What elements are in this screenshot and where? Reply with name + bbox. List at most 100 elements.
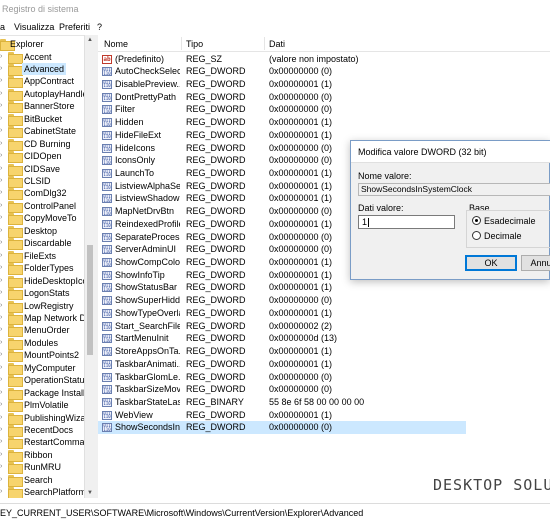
tree-item-recentdocs[interactable]: › RecentDocs [0,424,94,437]
tree-item-mycomputer[interactable]: › MyComputer [0,362,94,375]
expand-arrow-icon[interactable]: › [0,152,6,160]
expand-arrow-icon[interactable]: › [0,177,6,185]
column-header-type[interactable]: Tipo [186,39,203,49]
expand-arrow-icon[interactable]: › [0,451,6,459]
registry-value-row[interactable]: 011 110 Hidden REG_DWORD 0x00000001 (1) [98,116,550,129]
menu-item-help[interactable]: ? [97,22,102,32]
registry-value-row[interactable]: 011 110 Start_SearchFiles REG_DWORD 0x00000… [98,320,550,333]
scroll-down-arrow-icon[interactable]: ▼ [87,490,93,496]
expand-arrow-icon[interactable]: › [0,463,6,471]
expand-arrow-icon[interactable]: › [0,426,6,434]
expand-arrow-icon[interactable]: › [0,376,6,384]
registry-value-row[interactable]: 011 110ShowSecondsIn... REG_DWORD 0x000000… [98,421,466,435]
registry-value-row[interactable]: ab (Predefinito) REG_SZ (valore non imposta… [98,53,550,66]
expand-arrow-icon[interactable]: › [0,364,6,372]
expand-arrow-icon[interactable]: › [0,314,6,322]
registry-value-row[interactable]: 011 110 ShowStatusBar REG_DWORD 0x00000001 … [98,281,550,294]
expand-arrow-icon[interactable]: › [0,401,6,409]
expand-arrow-icon[interactable]: › [0,65,6,73]
tree-item-explorer[interactable]: Explorer [0,38,94,51]
expand-arrow-icon[interactable]: › [0,90,6,98]
tree-item-bitbucket[interactable]: › BitBucket [0,113,94,126]
tree-item-map-network-d[interactable]: › Map Network D [0,312,94,325]
expand-arrow-icon[interactable]: › [0,202,6,210]
tree-scrollbar-thumb[interactable] [87,245,93,355]
cancel-button[interactable]: Annu [521,255,550,271]
tree-item-advanced[interactable]: › Advanced [0,62,94,76]
expand-arrow-icon[interactable]: › [0,302,6,310]
tree-item-search[interactable]: › Search [0,474,94,487]
tree-item-copymoveto[interactable]: › CopyMoveTo [0,212,94,226]
tree-item-menuorder[interactable]: › MenuOrder [0,324,94,338]
tree-item-desktop[interactable]: › Desktop [0,225,94,238]
tree-item-appcontract[interactable]: › AppContract [0,75,94,89]
registry-value-row[interactable]: 011 110 TaskbarAnimati... REG_DWORD 0x00000… [98,358,550,371]
tree-item-lowregistry[interactable]: › LowRegistry [0,300,94,313]
expand-arrow-icon[interactable]: › [0,165,6,173]
expand-arrow-icon[interactable]: › [0,326,6,334]
tree-item-runmru[interactable]: › RunMRU [0,461,94,475]
registry-value-row[interactable]: 011 110 TaskbarGlomLe... REG_DWORD 0x000000… [98,371,550,384]
tree-item-modules[interactable]: › Modules [0,337,94,350]
tree-item-publishingwizar[interactable]: › PublishingWizar [0,412,94,425]
tree-item-fileexts[interactable]: › FileExts [0,250,94,263]
tree-item-cidopen[interactable]: › CIDOpen [0,150,94,164]
expand-arrow-icon[interactable]: › [0,77,6,85]
expand-arrow-icon[interactable]: › [0,127,6,135]
tree-item-operationstatus[interactable]: › OperationStatus [0,374,94,388]
expand-arrow-icon[interactable]: › [0,339,6,347]
menu-item-favorites[interactable]: Preferiti [59,22,90,32]
expand-arrow-icon[interactable]: › [0,214,6,222]
tree-scrollbar[interactable]: ▲ ▼ [84,35,94,498]
tree-item-mountpoints2[interactable]: › MountPoints2 [0,349,94,363]
expand-arrow-icon[interactable]: › [0,351,6,359]
tree-item-autoplayhandle[interactable]: › AutoplayHandle [0,88,94,101]
tree-item-package-installa[interactable]: › Package Installa [0,387,94,400]
expand-arrow-icon[interactable]: › [0,289,6,297]
decimal-radio[interactable] [472,231,481,240]
tree-item-searchplatform[interactable]: › SearchPlatform [0,486,94,498]
registry-value-row[interactable]: 011 110 Filter REG_DWORD 0x00000000 (0) [98,103,550,116]
tree-item-ribbon[interactable]: › Ribbon [0,449,94,462]
expand-arrow-icon[interactable]: › [0,476,6,484]
value-data-input[interactable]: 1 [358,215,455,229]
registry-value-row[interactable]: 011 110TaskbarStateLas... REG_BINARY 55 8e… [98,396,550,409]
tree-item-controlpanel[interactable]: › ControlPanel [0,200,94,213]
hex-radio-label[interactable]: Esadecimale [484,216,536,226]
registry-value-row[interactable]: 011 110 WebView REG_DWORD 0x00000001 (1) [98,409,550,422]
tree-item-cidsave[interactable]: › CIDSave [0,163,94,176]
expand-arrow-icon[interactable]: › [0,189,6,197]
tree-item-discardable[interactable]: › Discardable [0,237,94,251]
registry-value-row[interactable]: 011 110 TaskbarSizeMove REG_DWORD 0x0000000… [98,383,550,396]
tree-item-clsid[interactable]: › CLSID [0,175,94,188]
menu-item-view[interactable]: Visualizza [14,22,54,32]
menu-item-file[interactable]: a [0,22,5,32]
tree-item-logonstats[interactable]: › LogonStats [0,287,94,301]
hex-radio[interactable] [472,216,481,225]
decimal-radio-label[interactable]: Decimale [484,231,522,241]
tree-item-foldertypes[interactable]: › FolderTypes [0,262,94,276]
expand-arrow-icon[interactable]: › [0,115,6,123]
registry-value-row[interactable]: 011 110 StartMenuInit REG_DWORD 0x0000000d … [98,332,550,345]
tree-item-restartcomman[interactable]: › RestartComman [0,436,94,450]
column-header-data[interactable]: Dati [269,39,285,49]
expand-arrow-icon[interactable]: › [0,102,6,110]
expand-arrow-icon[interactable]: › [0,140,6,148]
registry-value-row[interactable]: 011 110ShowTypeOverlay REG_DWORD 0x0000000… [98,307,550,320]
registry-value-row[interactable]: 011 110 AutoCheckSelect REG_DWORD 0x0000000… [98,65,550,78]
registry-value-row[interactable]: 011 110 StoreAppsOnTa... REG_DWORD 0x000000… [98,345,550,358]
expand-arrow-icon[interactable]: › [0,414,6,422]
dialog-title-bar[interactable]: Modifica valore DWORD (32 bit) [351,141,550,163]
tree-item-cd-burning[interactable]: › CD Burning [0,138,94,151]
expand-arrow-icon[interactable]: › [0,389,6,397]
tree-item-accent[interactable]: › Accent [0,51,94,64]
expand-arrow-icon[interactable]: › [0,252,6,260]
ok-button[interactable]: OK [465,255,517,271]
column-header-name[interactable]: Nome [104,39,128,49]
registry-value-row[interactable]: 011 110ShowSuperHidd... REG_DWORD 0x000000… [98,294,550,307]
expand-arrow-icon[interactable]: › [0,53,6,61]
scroll-up-arrow-icon[interactable]: ▲ [87,37,93,43]
expand-arrow-icon[interactable]: › [0,277,6,285]
tree-item-plmvolatile[interactable]: › PlmVolatile [0,399,94,413]
expand-arrow-icon[interactable]: › [0,488,6,496]
